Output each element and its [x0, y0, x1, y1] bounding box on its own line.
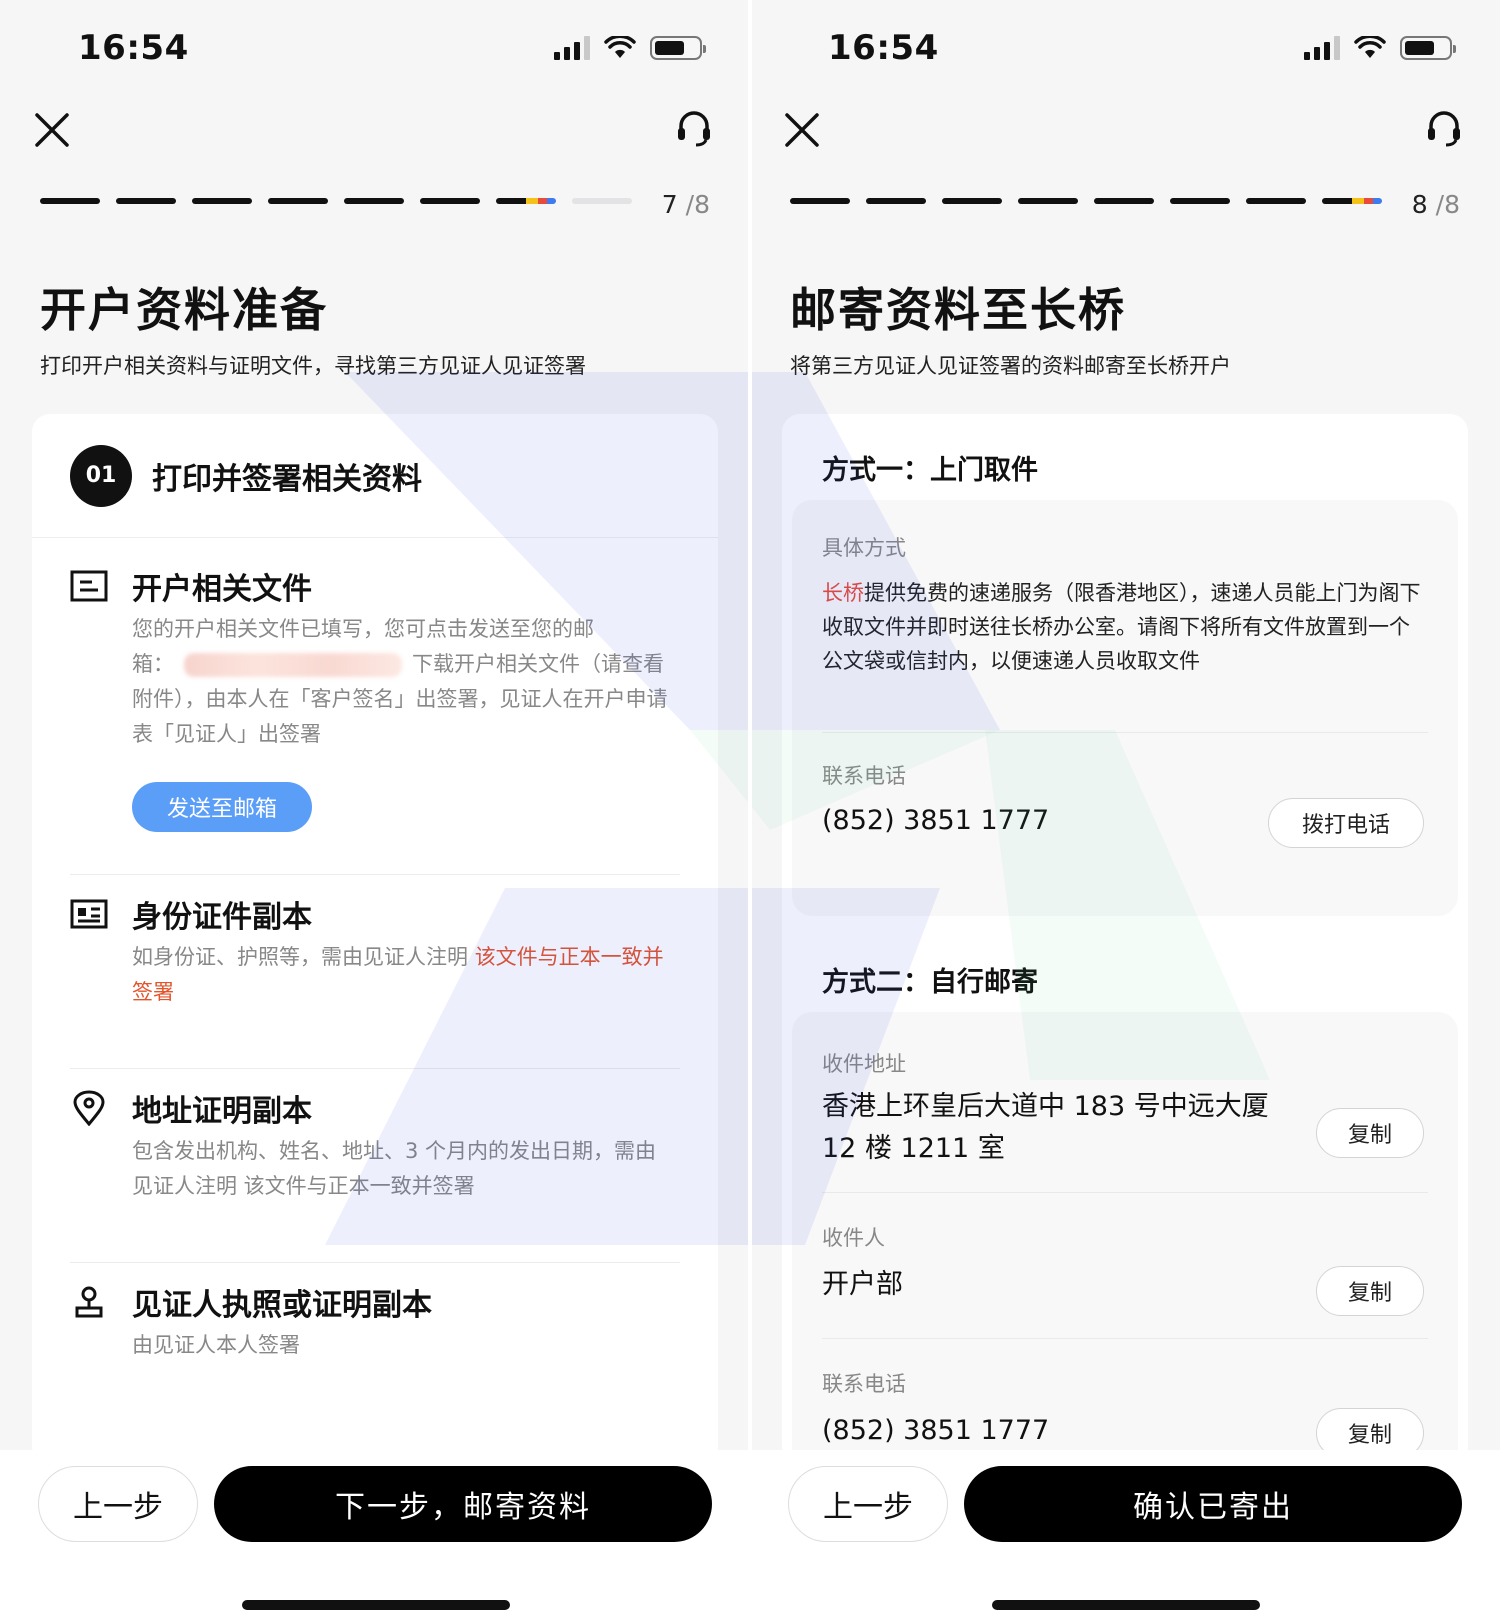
doc-description: 您的开户相关文件已填写，您可点击发送至您的邮 箱： 下载开户相关文件（请查看附件），…	[132, 617, 668, 746]
mailing-methods-card: 方式一：上门取件 具体方式 长桥提供免费的速递服务（限香港地区），速递人员能上门…	[782, 414, 1468, 1464]
copy-recipient-button[interactable]: 复制	[1316, 1266, 1424, 1316]
method1-title: 方式一：上门取件	[822, 455, 1038, 486]
divider	[822, 732, 1428, 733]
screen-divider	[748, 0, 752, 1624]
doc-title: 地址证明副本	[132, 1094, 312, 1129]
location-pin-icon	[73, 1090, 105, 1126]
divider	[822, 1338, 1428, 1339]
wifi-icon	[1354, 36, 1386, 58]
step-number-badge: 01	[70, 444, 132, 507]
divider	[70, 1262, 680, 1263]
call-phone-button[interactable]: 拨打电话	[1268, 798, 1424, 848]
step-progress-bar	[40, 198, 632, 204]
confirm-sent-button[interactable]: 确认已寄出	[964, 1466, 1462, 1542]
status-icons	[554, 36, 706, 60]
recipient-name: 开户部	[822, 1269, 903, 1300]
page-subtitle: 打印开户相关资料与证明文件，寻找第三方见证人见证签署	[40, 354, 586, 378]
close-icon[interactable]	[784, 112, 820, 148]
id-card-icon	[70, 899, 108, 929]
copy-address-button[interactable]: 复制	[1316, 1108, 1424, 1158]
card-header: 01 打印并签署相关资料	[32, 414, 718, 538]
divider	[70, 874, 680, 875]
phone-label: 联系电话	[822, 764, 906, 788]
doc-item-id-copy: 身份证件副本 如身份证、护照等，需由见证人注明 该文件与正本一致并签署	[70, 892, 680, 1032]
status-time: 16:54	[828, 28, 939, 68]
step-progress-bar	[790, 198, 1382, 204]
status-time: 16:54	[78, 28, 189, 68]
document-icon	[70, 570, 108, 602]
person-icon	[75, 1286, 103, 1318]
step-counter: 8 /8	[1411, 190, 1460, 219]
right-screen: 16:54 8 /8 邮寄资料至长桥 将第三方见证人见证签署的资料邮寄至长桥开户…	[750, 0, 1500, 1624]
mailing-address: 香港上环皇后大道中 183 号中远大厦 12 楼 1211 室	[822, 1091, 1269, 1164]
doc-item-account-files: 开户相关文件 您的开户相关文件已填写，您可点击发送至您的邮 箱： 下载开户相关文件（…	[70, 564, 680, 864]
phone-number: (852) 3851 1777	[822, 805, 1050, 836]
divider	[70, 1068, 680, 1069]
cellular-signal-icon	[554, 36, 590, 60]
print-sign-card: 01 打印并签署相关资料 开户相关文件 您的开户相关文件已填写，您可点击发送至您…	[32, 414, 718, 1464]
card-title: 打印并签署相关资料	[152, 461, 422, 497]
bottom-action-bar: 上一步 下一步，邮寄资料	[0, 1450, 750, 1624]
doc-title: 身份证件副本	[132, 900, 312, 935]
headset-support-icon[interactable]	[674, 108, 714, 148]
send-to-email-button[interactable]: 发送至邮箱	[132, 782, 312, 832]
page-subtitle: 将第三方见证人见证签署的资料邮寄至长桥开户	[790, 354, 1231, 378]
status-icons	[1304, 36, 1456, 60]
cellular-signal-icon	[1304, 36, 1340, 60]
home-indicator	[992, 1600, 1260, 1610]
battery-icon	[650, 36, 706, 60]
phone-label: 联系电话	[822, 1372, 906, 1396]
phone-number: (852) 3851 1777	[822, 1415, 1050, 1446]
next-step-button[interactable]: 下一步，邮寄资料	[214, 1466, 712, 1542]
page-title: 开户资料准备	[40, 283, 328, 337]
doc-description: 如身份证、护照等，需由见证人注明 该文件与正本一致并签署	[132, 945, 664, 1004]
page-title: 邮寄资料至长桥	[790, 283, 1126, 337]
detail-label: 具体方式	[822, 536, 906, 560]
doc-item-witness-license: 见证人执照或证明副本 由见证人本人签署	[70, 1280, 680, 1400]
recipient-label: 收件人	[822, 1226, 885, 1250]
detail-text: 长桥提供免费的速递服务（限香港地区），速递人员能上门为阁下收取文件并即时送往长桥…	[822, 581, 1421, 673]
doc-item-address-proof: 地址证明副本 包含发出机构、姓名、地址、3 个月内的发出日期，需由见证人注明 该…	[70, 1086, 680, 1226]
previous-step-button[interactable]: 上一步	[788, 1466, 948, 1542]
method2-box: 收件地址 香港上环皇后大道中 183 号中远大厦 12 楼 1211 室 复制 收…	[792, 1012, 1458, 1464]
method1-box: 具体方式 长桥提供免费的速递服务（限香港地区），速递人员能上门为阁下收取文件并即…	[792, 500, 1458, 916]
wifi-icon	[604, 36, 636, 58]
doc-description: 由见证人本人签署	[132, 1333, 300, 1357]
step-counter: 7 /8	[661, 190, 710, 219]
doc-title: 开户相关文件	[132, 572, 312, 607]
redacted-email	[184, 653, 402, 677]
bottom-action-bar: 上一步 确认已寄出	[750, 1450, 1500, 1624]
headset-support-icon[interactable]	[1424, 108, 1464, 148]
battery-icon	[1400, 36, 1456, 60]
brand-name: 长桥	[822, 581, 864, 605]
doc-title: 见证人执照或证明副本	[132, 1288, 432, 1323]
home-indicator	[242, 1600, 510, 1610]
previous-step-button[interactable]: 上一步	[38, 1466, 198, 1542]
close-icon[interactable]	[34, 112, 70, 148]
method2-title: 方式二：自行邮寄	[822, 967, 1038, 998]
doc-description: 包含发出机构、姓名、地址、3 个月内的发出日期，需由见证人注明 该文件与正本一致…	[132, 1139, 657, 1198]
address-label: 收件地址	[822, 1052, 906, 1076]
divider	[822, 1192, 1428, 1193]
left-screen: 16:54 7 /8 开户资料准备 打印开户相关资料与证明文件，寻找第三方见证人…	[0, 0, 750, 1624]
